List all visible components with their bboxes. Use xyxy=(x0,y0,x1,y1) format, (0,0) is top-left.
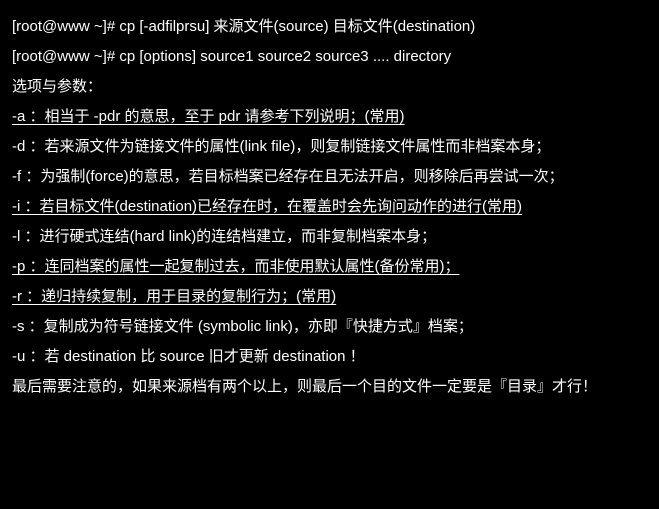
option-s: -s ：复制成为符号链接文件 (symbolic link)，亦即『快捷方式』档… xyxy=(12,312,623,342)
syntax-line-1: [root@www ~]# cp [-adfilprsu] 来源文件(sourc… xyxy=(12,12,623,42)
option-i: -i ：若目标文件(destination)已经存在时，在覆盖时会先询问动作的进… xyxy=(12,192,623,222)
option-r: -r ：递归持续复制，用于目录的复制行为；(常用) xyxy=(12,282,623,312)
option-i-text: -i ：若目标文件(destination)已经存在时，在覆盖时会先询问动作的进… xyxy=(12,198,522,215)
syntax-line-2: [root@www ~]# cp [options] source1 sourc… xyxy=(12,42,623,72)
option-u: -u ：若 destination 比 source 旧才更新 destinat… xyxy=(12,342,623,372)
option-a-text: -a ：相当于 -pdr 的意思，至于 pdr 请参考下列说明；(常用) xyxy=(12,108,405,125)
option-r-text: -r ：递归持续复制，用于目录的复制行为；(常用) xyxy=(12,288,336,305)
option-l: -l ：进行硬式连结(hard link)的连结档建立，而非复制档案本身； xyxy=(12,222,623,252)
option-f: -f ：为强制(force)的意思，若目标档案已经存在且无法开启，则移除后再尝试… xyxy=(12,162,623,192)
option-a: -a ：相当于 -pdr 的意思，至于 pdr 请参考下列说明；(常用) xyxy=(12,102,623,132)
footer-note: 最后需要注意的，如果来源档有两个以上，则最后一个目的文件一定要是『目录』才行！ xyxy=(12,372,623,402)
option-p: -p ：连同档案的属性一起复制过去，而非使用默认属性(备份常用)； xyxy=(12,252,623,282)
option-d: -d ：若来源文件为链接文件的属性(link file)，则复制链接文件属性而非… xyxy=(12,132,623,162)
option-p-text: -p ：连同档案的属性一起复制过去，而非使用默认属性(备份常用)； xyxy=(12,258,460,275)
options-heading: 选项与参数： xyxy=(12,72,623,102)
